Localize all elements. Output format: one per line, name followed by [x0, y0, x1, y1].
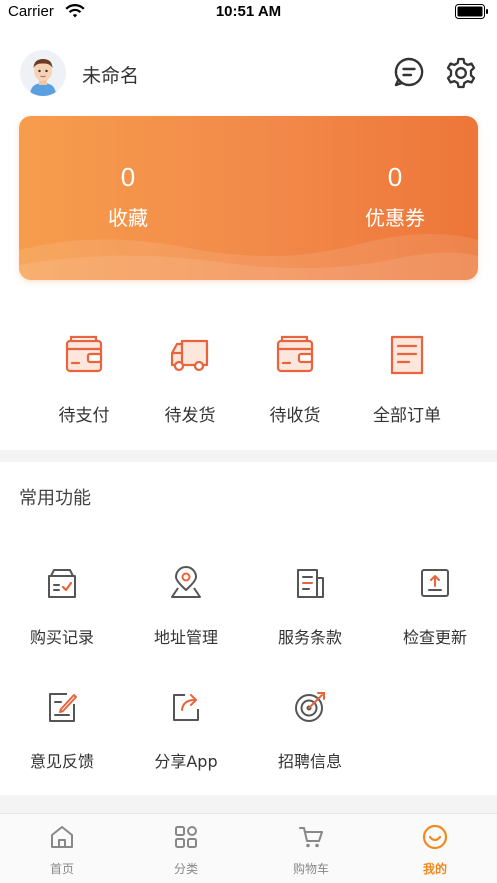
tab-cart[interactable]: 购物车 — [249, 824, 373, 877]
avatar[interactable] — [20, 50, 66, 96]
order-label: 待收货 — [269, 406, 321, 426]
message-icon[interactable] — [393, 56, 425, 88]
function-label: 地址管理 — [153, 628, 218, 647]
order-pending-payment[interactable]: 待支付 — [29, 325, 139, 426]
tab-label: 分类 — [173, 862, 198, 876]
function-feedback[interactable]: 意见反馈 — [0, 690, 124, 772]
coupons-label: 优惠券 — [365, 206, 425, 230]
section-divider — [0, 450, 497, 462]
tab-label: 购物车 — [292, 862, 329, 876]
order-pending-shipment[interactable]: 待发货 — [135, 325, 245, 426]
edit-icon — [49, 693, 77, 722]
function-recruitment-info[interactable]: 招聘信息 — [248, 690, 372, 772]
terms-icon — [297, 569, 324, 598]
order-pending-receipt[interactable]: 待收货 — [240, 325, 350, 426]
username[interactable]: 未命名 — [82, 61, 139, 88]
smile-icon — [422, 824, 448, 850]
function-label: 检查更新 — [402, 628, 467, 647]
favorites-stat[interactable]: 0 收藏 — [68, 160, 188, 231]
share-icon — [173, 694, 199, 721]
tab-label: 首页 — [49, 862, 74, 876]
function-label: 购买记录 — [29, 628, 94, 647]
tab-mine[interactable]: 我的 — [373, 824, 497, 877]
function-purchase-record[interactable]: 购买记录 — [0, 566, 124, 648]
document-icon — [390, 335, 424, 375]
truck-icon — [170, 339, 209, 372]
profile-header: 未命名 — [0, 44, 497, 104]
location-pin-icon — [171, 566, 201, 598]
purchase-record-icon — [48, 569, 76, 598]
order-label: 待支付 — [58, 406, 110, 426]
home-icon — [51, 826, 73, 848]
function-address-management[interactable]: 地址管理 — [124, 566, 248, 648]
status-bar: Carrier 10:51 AM — [0, 0, 497, 24]
function-label: 招聘信息 — [277, 752, 342, 771]
order-label: 待发货 — [164, 406, 216, 426]
gear-icon[interactable] — [444, 56, 478, 90]
wallet-icon — [276, 335, 314, 373]
orders-row: 待支付 待发货 待收货 全部订单 — [0, 325, 497, 435]
function-terms-of-service[interactable]: 服务条款 — [248, 566, 372, 648]
tab-home[interactable]: 首页 — [0, 824, 124, 877]
function-label: 服务条款 — [277, 628, 342, 647]
function-label: 意见反馈 — [29, 752, 94, 771]
battery-icon — [455, 4, 488, 19]
wallet-icon — [65, 335, 103, 373]
order-label: 全部订单 — [373, 406, 441, 426]
user-avatar-icon — [20, 50, 66, 96]
target-icon — [295, 692, 325, 722]
tab-label: 我的 — [422, 862, 447, 876]
grid-icon — [175, 826, 197, 848]
function-share-app[interactable]: 分享App — [124, 690, 248, 772]
upload-icon — [421, 569, 449, 597]
coupons-count: 0 — [387, 162, 403, 192]
function-label: 分享App — [154, 752, 218, 771]
coupons-stat[interactable]: 0 优惠券 — [335, 160, 455, 231]
cart-icon — [299, 827, 323, 848]
clock-time: 10:51 AM — [215, 3, 282, 20]
favorites-label: 收藏 — [108, 206, 148, 230]
function-check-update[interactable]: 检查更新 — [373, 566, 497, 648]
tab-category[interactable]: 分类 — [124, 824, 248, 877]
favorites-count: 0 — [120, 162, 136, 192]
section-title: 常用功能 — [19, 488, 91, 509]
tab-bar: 首页 分类 购物车 我的 — [0, 813, 497, 883]
bottom-divider — [0, 795, 497, 813]
stats-card: 0 收藏 0 优惠券 — [19, 116, 478, 280]
order-all[interactable]: 全部订单 — [352, 325, 462, 426]
